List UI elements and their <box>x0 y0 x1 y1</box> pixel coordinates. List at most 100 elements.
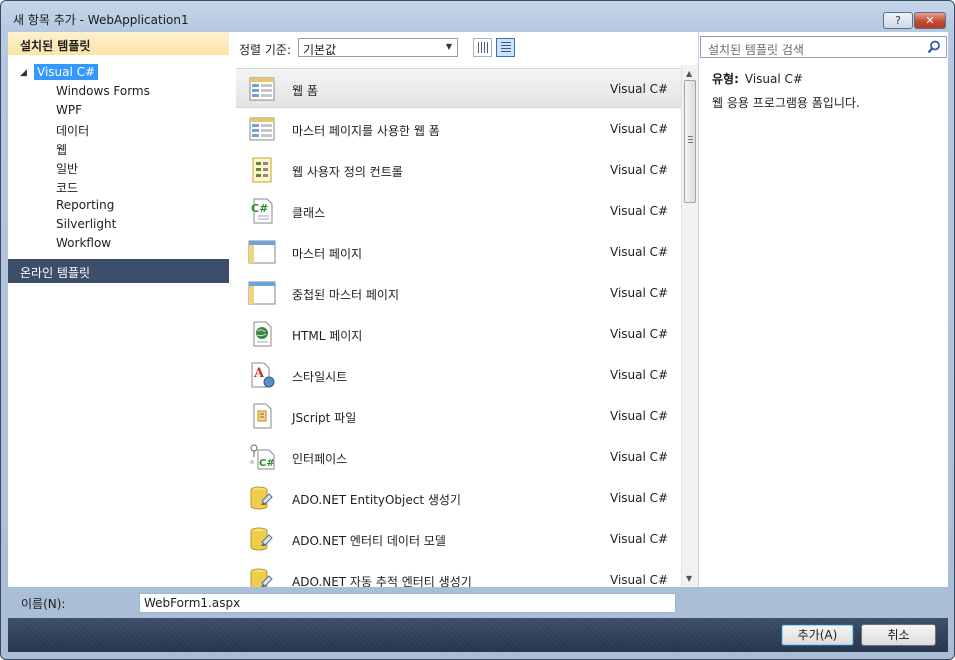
sort-value: 기본값 <box>303 43 337 57</box>
tree-item[interactable]: 데이터 <box>56 122 89 139</box>
html-page-icon <box>248 321 276 347</box>
tree-item[interactable]: Windows Forms <box>56 84 150 98</box>
template-name: 스타일시트 <box>292 370 348 384</box>
svg-text:C#: C# <box>259 458 275 469</box>
stylesheet-icon: A <box>248 362 276 388</box>
template-language: Visual C# <box>610 286 669 300</box>
template-language: Visual C# <box>610 409 669 423</box>
template-language: Visual C# <box>610 450 669 464</box>
user-control-icon <box>248 157 276 183</box>
tree-item[interactable]: 웹 <box>56 141 67 158</box>
template-row[interactable]: 마스터 페이지를 사용한 웹 폼 Visual C# <box>236 109 681 149</box>
tree-item-visual-csharp[interactable]: Visual C# <box>34 64 99 80</box>
grip-icon <box>688 136 693 143</box>
template-description: 웹 응용 프로그램용 폼입니다. <box>712 96 860 110</box>
template-language: Visual C# <box>610 82 669 96</box>
search-placeholder: 설치된 템플릿 검색 <box>708 43 804 57</box>
template-row[interactable]: ADO.NET EntityObject 생성기 Visual C# <box>236 478 681 518</box>
master-page-icon <box>248 280 276 306</box>
template-row[interactable]: 웹 폼 Visual C# <box>236 68 681 108</box>
template-row[interactable]: ADO.NET 엔터티 데이터 모델 Visual C# <box>236 519 681 559</box>
template-name: 인터페이스 <box>292 452 348 466</box>
help-button[interactable]: ? <box>883 12 913 29</box>
cancel-button[interactable]: 취소 <box>861 624 936 646</box>
name-label: 이름(N): <box>21 597 66 611</box>
template-row[interactable]: C# 인터페이스 Visual C# <box>236 437 681 477</box>
small-icons-view-button[interactable] <box>473 38 492 57</box>
template-categories-pane: 설치된 템플릿 ◢ Visual C# Windows Forms WPF 데이터웹… <box>8 32 229 587</box>
dialog-body: 설치된 템플릿 ◢ Visual C# Windows Forms WPF 데이터 웹… <box>8 32 948 587</box>
template-name: JScript 파일 <box>292 411 357 425</box>
close-button[interactable]: ✕ <box>914 12 946 29</box>
title-bar: 새 항목 추가 - WebApplication1 ? ✕ <box>1 1 954 33</box>
web-form-icon <box>248 116 276 142</box>
scroll-up-icon[interactable]: ▲ <box>686 69 692 78</box>
interface-icon: C# <box>248 444 276 470</box>
template-language: Visual C# <box>610 204 669 218</box>
template-language: Visual C# <box>610 122 669 136</box>
template-list-scrollbar[interactable]: ▲ ▼ <box>681 65 699 587</box>
installed-templates-label: 설치된 템플릿 <box>20 39 91 53</box>
template-row[interactable]: 웹 사용자 정의 컨트롤 Visual C# <box>236 150 681 190</box>
tree-item[interactable]: Silverlight <box>56 217 116 231</box>
dialog-footer: 추가(A) 취소 <box>8 618 948 652</box>
tree-item[interactable]: WPF <box>56 103 82 117</box>
template-row[interactable]: 중첩된 마스터 페이지 Visual C# <box>236 273 681 313</box>
svg-text:A: A <box>253 366 265 381</box>
type-value: Visual C# <box>744 72 803 86</box>
type-label: 유형: <box>712 72 739 86</box>
template-language: Visual C# <box>610 368 669 382</box>
template-row[interactable]: C# 클래스 Visual C# <box>236 191 681 231</box>
online-templates-header[interactable]: 온라인 템플릿 <box>8 259 229 283</box>
template-name: ADO.NET EntityObject 생성기 <box>292 493 461 507</box>
template-name: 마스터 페이지 <box>292 247 363 261</box>
name-input[interactable] <box>139 593 676 613</box>
template-name: 중첩된 마스터 페이지 <box>292 288 399 302</box>
template-type: 유형: Visual C# <box>712 70 803 87</box>
template-name: 클래스 <box>292 206 326 220</box>
scroll-down-icon[interactable]: ▼ <box>686 574 692 583</box>
scrollbar-thumb[interactable] <box>684 80 696 203</box>
tree-item[interactable]: 코드 <box>56 179 78 196</box>
class-icon: C# <box>248 198 276 224</box>
sort-dropdown[interactable]: 기본값 ▼ <box>298 38 458 57</box>
details-view-button[interactable] <box>496 38 515 57</box>
template-name: 마스터 페이지를 사용한 웹 폼 <box>292 124 440 138</box>
template-name: HTML 페이지 <box>292 329 363 343</box>
database-icon <box>248 526 276 552</box>
online-templates-label: 온라인 템플릿 <box>20 266 91 280</box>
installed-templates-header[interactable]: 설치된 템플릿 <box>8 32 229 55</box>
template-row[interactable]: 마스터 페이지 Visual C# <box>236 232 681 272</box>
template-row[interactable]: JScript 파일 Visual C# <box>236 396 681 436</box>
template-language: Visual C# <box>610 245 669 259</box>
master-page-icon <box>248 239 276 265</box>
tree-item[interactable]: 일반 <box>56 160 78 177</box>
template-language: Visual C# <box>610 327 669 341</box>
sort-toolbar: 정렬 기준: 기본값 ▼ <box>229 32 693 65</box>
template-search-box[interactable]: 설치된 템플릿 검색 <box>700 36 947 58</box>
search-icon[interactable] <box>926 39 942 55</box>
tree-item[interactable]: Reporting <box>56 198 114 212</box>
web-form-icon <box>248 76 276 102</box>
template-language: Visual C# <box>610 573 669 587</box>
tree-item[interactable]: Workflow <box>56 236 111 250</box>
template-name: 웹 폼 <box>292 84 318 98</box>
add-new-item-dialog: 새 항목 추가 - WebApplication1 ? ✕ 설치된 템플릿 ◢ … <box>0 0 955 660</box>
template-language: Visual C# <box>610 163 669 177</box>
template-language: Visual C# <box>610 491 669 505</box>
template-row[interactable]: A 스타일시트 Visual C# <box>236 355 681 395</box>
template-name: 웹 사용자 정의 컨트롤 <box>292 165 403 179</box>
window-title: 새 항목 추가 - WebApplication1 <box>13 13 189 27</box>
svg-text:C#: C# <box>251 202 268 215</box>
database-icon <box>248 485 276 511</box>
grid-view-icon <box>478 42 488 53</box>
template-name: ADO.NET 자동 추적 엔터티 생성기 <box>292 575 472 587</box>
template-language: Visual C# <box>610 532 669 546</box>
jscript-icon <box>248 403 276 429</box>
template-row[interactable]: HTML 페이지 Visual C# <box>236 314 681 354</box>
add-button[interactable]: 추가(A) <box>781 624 854 646</box>
template-list: 웹 폼 Visual C# 마스터 페이지를 사용한 웹 폼 Visual C# 웹 사… <box>236 68 681 587</box>
tree-expander-icon[interactable]: ◢ <box>20 68 27 78</box>
template-row[interactable]: ADO.NET 자동 추적 엔터티 생성기 Visual C# <box>236 560 681 587</box>
sort-label: 정렬 기준: <box>239 43 292 57</box>
